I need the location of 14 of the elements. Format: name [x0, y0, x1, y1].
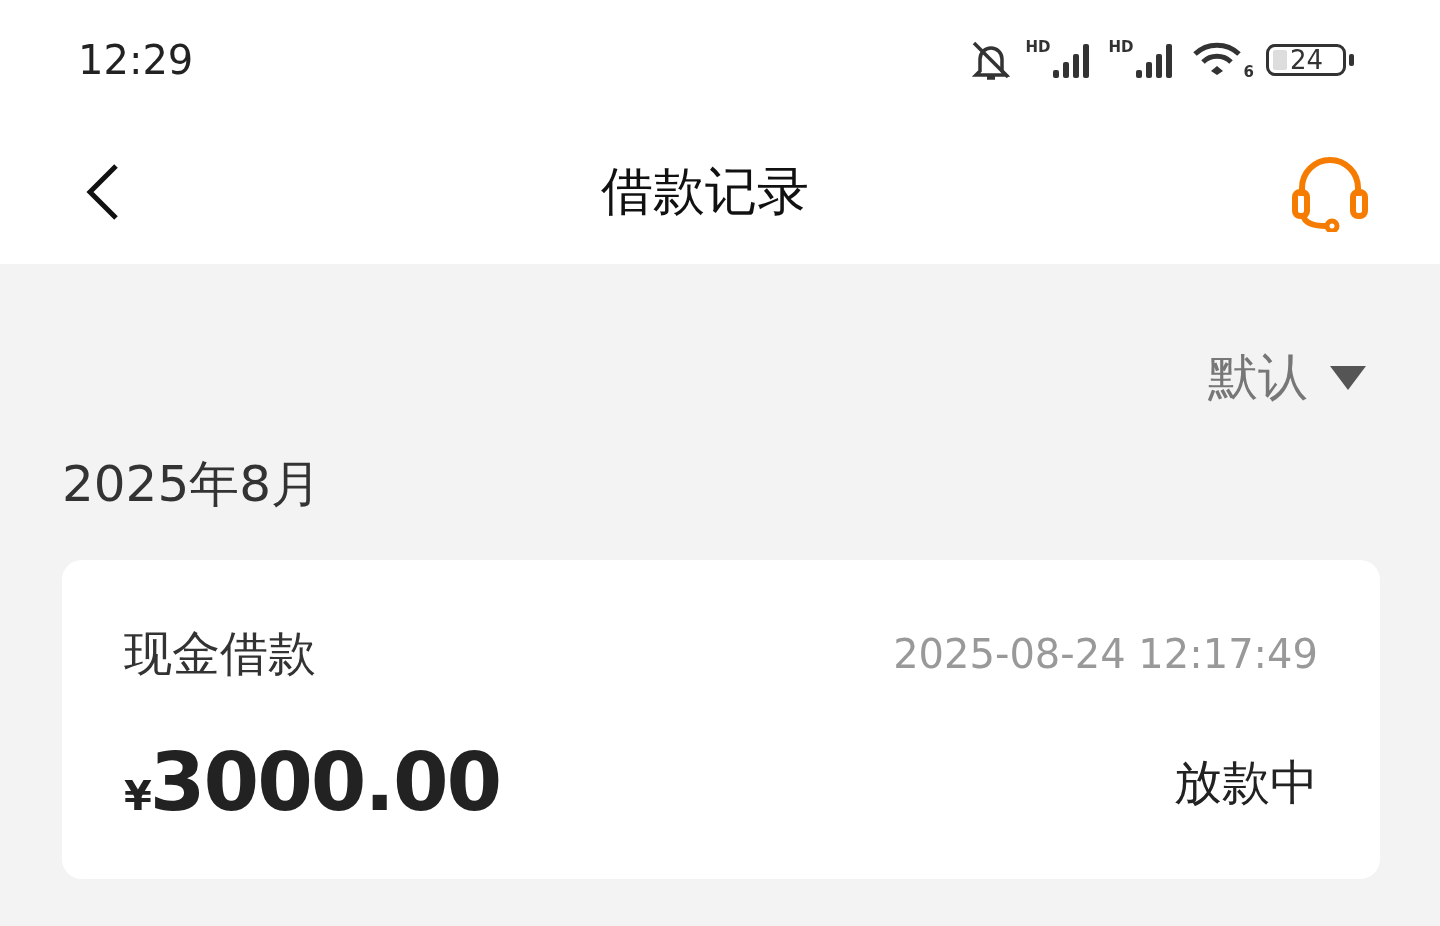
- sort-dropdown[interactable]: 默认: [1208, 344, 1368, 411]
- network-label: HD: [1025, 40, 1051, 55]
- status-time: 12:29: [78, 37, 194, 83]
- loan-status: 放款中: [1174, 752, 1318, 812]
- loan-type: 现金借款: [124, 624, 317, 683]
- caret-icon: [1328, 363, 1368, 392]
- loan-amount: ¥3000.00: [124, 736, 502, 829]
- network-label: HD: [1108, 40, 1134, 55]
- loan-record-card[interactable]: 现金借款 2025-08-24 12:17:49 ¥3000.00 放款中: [62, 560, 1380, 879]
- page-title: 借款记录: [601, 160, 809, 223]
- back-icon[interactable]: [84, 162, 120, 222]
- wifi-label: 6: [1243, 65, 1254, 80]
- loan-time: 2025-08-24 12:17:49: [893, 631, 1318, 677]
- month-heading: 2025年8月: [62, 454, 323, 515]
